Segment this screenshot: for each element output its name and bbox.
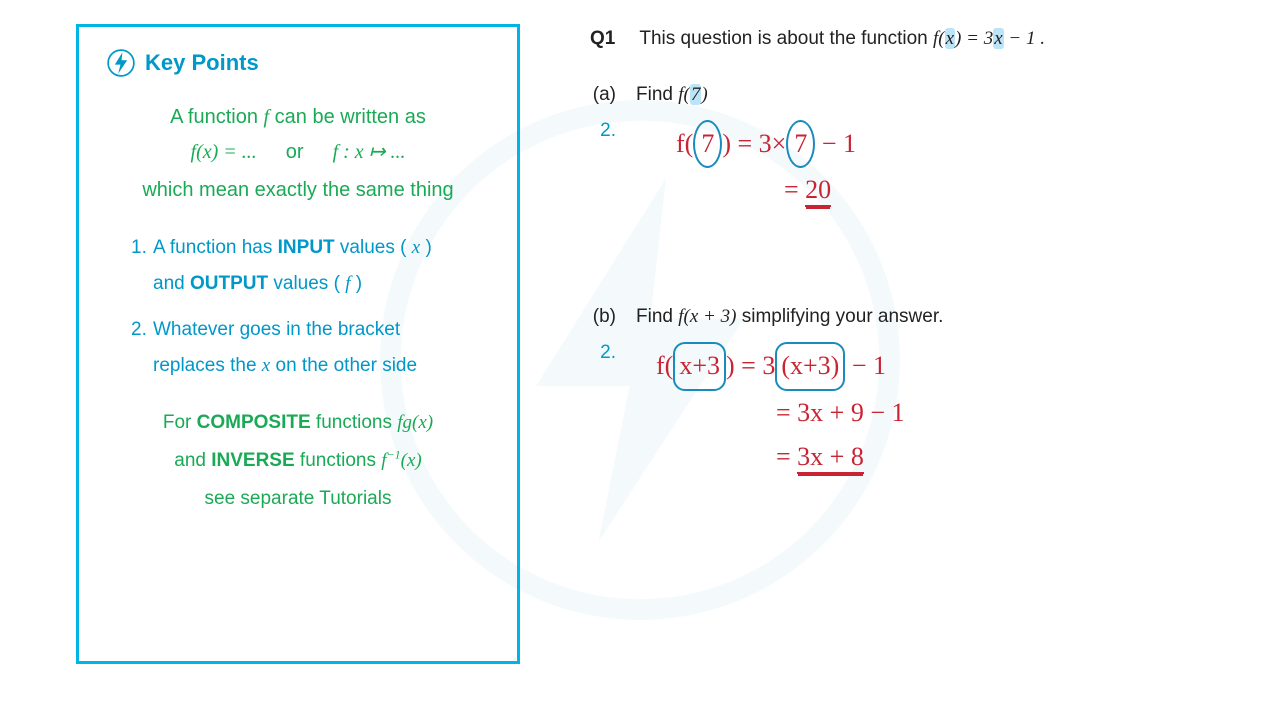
q1b-answer: 3x + 8	[797, 442, 864, 474]
q1a-label: (a)	[590, 84, 616, 106]
kp-line-1: A function f can be written as	[107, 101, 489, 133]
q1b: (b) Find f(x + 3) simplifying your answe…	[590, 306, 1230, 328]
q1-label: Q1	[590, 28, 615, 50]
q1a-text: Find f(7)	[636, 84, 708, 106]
kp-line-2: which mean exactly the same thing	[107, 174, 489, 206]
q1b-step-num: 2.	[590, 342, 616, 479]
key-points-box: Key Points A function f can be written a…	[76, 24, 520, 664]
key-points-title: Key Points	[145, 50, 259, 76]
q1a-step-num: 2.	[590, 120, 616, 212]
circled-7-icon: 7	[693, 120, 722, 168]
q1b-text: Find f(x + 3) simplifying your answer.	[636, 306, 943, 328]
bolt-icon	[107, 49, 135, 77]
q1a-answer: 20	[805, 175, 831, 207]
kp-notation: f(x) = ... or f : x ↦ ...	[107, 139, 489, 164]
q1b-label: (b)	[590, 306, 616, 328]
circled-7b-icon: 7	[786, 120, 815, 168]
q1-text: This question is about the function f(x)…	[639, 28, 1045, 50]
q1a-work: f(7) = 3×7 − 1 = 20	[636, 120, 856, 212]
circled-arg2-icon: (x+3)	[775, 342, 845, 390]
q1-heading: Q1 This question is about the function f…	[590, 28, 1230, 50]
circled-arg-icon: x+3	[673, 342, 726, 390]
q1b-work: f(x+3) = 3(x+3) − 1 = 3x + 9 − 1 = 3x + …	[636, 342, 905, 479]
kp-list: 1.A function has INPUT values ( x ) and …	[107, 230, 489, 384]
q1a: (a) Find f(7)	[590, 84, 1230, 106]
kp-footer: For COMPOSITE functions fg(x) and INVERS…	[107, 404, 489, 518]
